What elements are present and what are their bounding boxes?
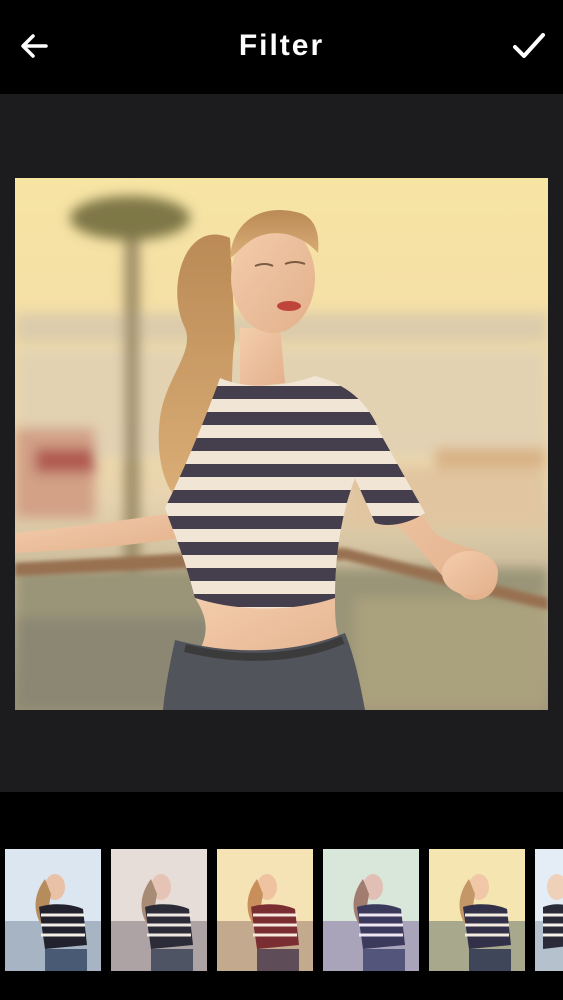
filter-thumbnail-golden[interactable] bbox=[429, 849, 525, 971]
filter-thumbnail-cool[interactable] bbox=[323, 849, 419, 971]
photo-preview[interactable] bbox=[15, 178, 548, 710]
top-bar: Filter bbox=[0, 0, 563, 94]
filter-strip-header bbox=[0, 792, 563, 838]
filter-thumbnail-warm[interactable] bbox=[217, 849, 313, 971]
checkmark-icon bbox=[513, 33, 545, 58]
filter-thumbnail-original[interactable] bbox=[5, 849, 101, 971]
confirm-button[interactable] bbox=[507, 26, 551, 66]
filter-strip[interactable] bbox=[0, 838, 563, 1000]
page-title: Filter bbox=[238, 29, 325, 62]
filter-thumbnail-bright[interactable] bbox=[535, 849, 563, 971]
filter-thumbnail-faded[interactable] bbox=[111, 849, 207, 971]
